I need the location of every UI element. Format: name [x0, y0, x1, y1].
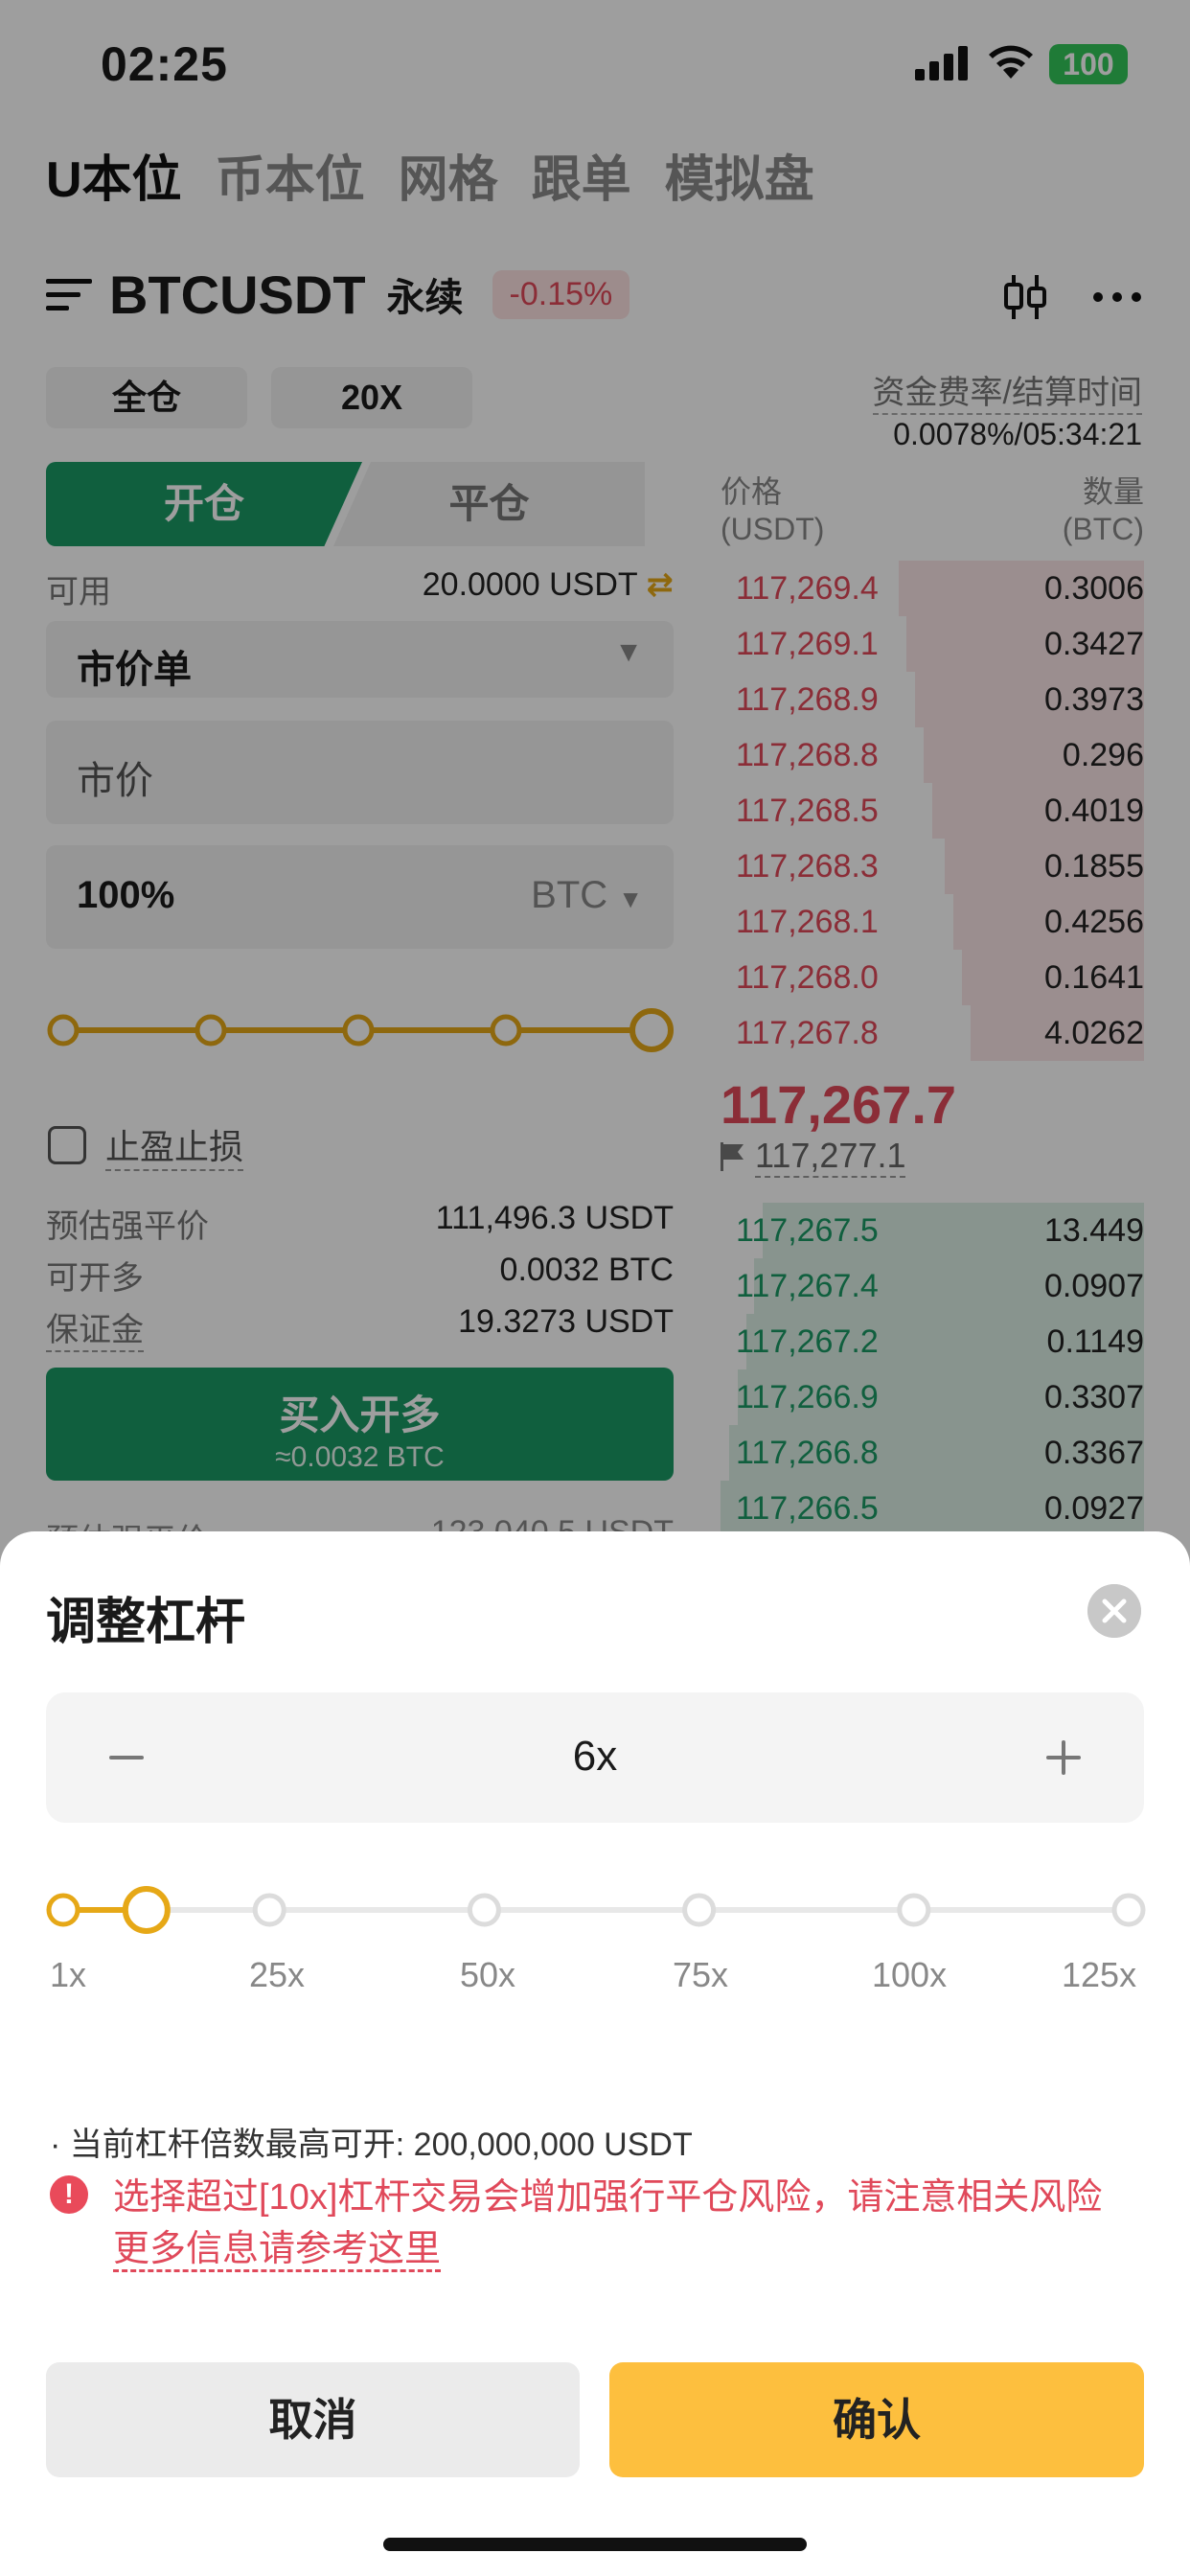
warning-icon: !: [50, 2175, 88, 2214]
tick-label: 1x: [50, 1955, 87, 1994]
tick-label: 75x: [673, 1955, 729, 1994]
risk-warning-text: 选择超过[10x]杠杆交易会增加强行平仓风险，请注意相关风险: [113, 2177, 1103, 2218]
slider-tick[interactable]: [46, 1893, 80, 1927]
sheet-title: 调整杠杆: [46, 1595, 246, 1650]
leverage-value[interactable]: 6x: [46, 1733, 1144, 1781]
tick-label: 100x: [872, 1955, 948, 1994]
confirm-button[interactable]: 确认: [609, 2362, 1144, 2477]
slider-tick[interactable]: [682, 1893, 717, 1927]
slider-tick[interactable]: [897, 1893, 931, 1927]
slider-tick[interactable]: [1111, 1893, 1146, 1927]
risk-warning: 选择超过[10x]杠杆交易会增加强行平仓风险，请注意相关风险 更多信息请参考这里: [113, 2172, 1148, 2275]
tick-label: 125x: [1062, 1955, 1137, 1994]
home-indicator: [383, 2538, 807, 2551]
slider-thumb[interactable]: [122, 1886, 171, 1934]
tick-label: 50x: [460, 1955, 516, 1994]
adjust-leverage-sheet: 调整杠杆 6x 1x 25x 50x 75x 100x 125x · 当前杠杆倍…: [0, 1531, 1190, 2576]
slider-tick[interactable]: [252, 1893, 286, 1927]
cancel-button[interactable]: 取消: [46, 2362, 580, 2477]
more-info-link[interactable]: 更多信息请参考这里: [113, 2229, 442, 2272]
tick-label: 25x: [249, 1955, 306, 1994]
leverage-slider[interactable]: [42, 1881, 1150, 1939]
slider-tick[interactable]: [467, 1893, 501, 1927]
plus-icon[interactable]: [1031, 1725, 1096, 1790]
leverage-stepper: 6x: [46, 1692, 1144, 1823]
max-open-info: · 当前杠杆倍数最高可开: 200,000,000 USDT: [50, 2127, 693, 2163]
close-icon[interactable]: [1087, 1584, 1141, 1638]
